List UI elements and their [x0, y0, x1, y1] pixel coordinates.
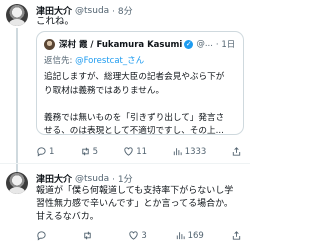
share-button[interactable]	[231, 230, 244, 241]
retweet-button[interactable]: 5	[80, 146, 99, 157]
tweet-text: これね。	[36, 16, 75, 27]
thread-connector	[16, 28, 18, 178]
quoted-line: 追記しますが、総理大臣の記者会見やぶら下が	[44, 72, 225, 82]
share-icon	[232, 147, 241, 156]
quoted-header: 深村 霞 / Fukamura Kasumi ✓ @... · 1日	[59, 38, 235, 50]
quoted-line: せる、のは表現として不適切ですし、その上...	[44, 126, 224, 135]
tweet-divider	[0, 163, 250, 164]
tweet-actions: 3 169	[36, 230, 244, 241]
author-handle[interactable]: @tsuda	[75, 174, 109, 184]
reply-button[interactable]	[36, 230, 55, 241]
tweet-text: 報道が「僕ら何報道しても支持率下がらないし学 習性無力感で辛いんです」とか言って…	[36, 185, 246, 224]
tweet-1[interactable]: 津田大介 @tsuda · 8分 これね。 深村 霞 / Fukamura Ka…	[0, 0, 250, 181]
author-avatar[interactable]	[6, 172, 28, 194]
verified-badge-icon: ✓	[184, 39, 194, 49]
reply-icon	[37, 231, 46, 241]
retweet-icon	[81, 147, 89, 156]
quoted-tweet[interactable]: 深村 霞 / Fukamura Kasumi ✓ @... · 1日 返信先: …	[36, 31, 244, 135]
quoted-line	[44, 98, 238, 112]
reply-prefix: 返信先:	[44, 56, 73, 66]
like-button[interactable]: 11	[123, 146, 147, 157]
share-button[interactable]	[231, 146, 244, 157]
reply-to-line: 返信先: @Forestcat_さん	[44, 54, 144, 66]
author-avatar[interactable]	[6, 4, 28, 26]
quoted-time: · 1日	[215, 40, 236, 50]
heart-icon	[124, 147, 133, 156]
quoted-text: 追記しますが、総理大臣の記者会見やぶら下が り取材は義務ではありません。 義務で…	[44, 71, 238, 135]
heart-icon	[129, 231, 139, 240]
like-count: 3	[141, 230, 147, 241]
views-count: 1333	[184, 146, 207, 157]
tweet-time[interactable]: · 1分	[112, 172, 132, 185]
views-button[interactable]: 169	[175, 230, 204, 241]
views-chart-icon	[176, 232, 185, 240]
tweet-header: 津田大介 @tsuda · 1分	[36, 172, 133, 186]
tweet-actions: 1 5 11 1333	[36, 146, 244, 157]
views-button[interactable]: 1333	[172, 146, 207, 157]
retweet-button[interactable]	[82, 230, 101, 241]
reply-icon	[37, 147, 46, 157]
quoted-line: り取材は義務ではありません。	[44, 85, 165, 96]
tweet-line: 甘えるなバカ。	[36, 212, 99, 222]
quoted-line: 義務では無いものを「引きずり出して」発言さ	[44, 112, 225, 123]
quoted-author-avatar	[44, 39, 55, 50]
retweet-icon	[84, 231, 91, 240]
tweet-2[interactable]: 津田大介 @tsuda · 1分 報道が「僕ら何報道しても支持率下がらないし学 …	[0, 168, 250, 243]
retweet-count: 5	[92, 146, 99, 157]
tweet-line: 習性無力感で辛いんです」とか言ってる場合か。	[36, 199, 233, 209]
views-count: 169	[187, 230, 204, 241]
like-button[interactable]: 3	[128, 230, 147, 241]
like-count: 11	[136, 146, 148, 157]
reply-count: 1	[49, 146, 55, 157]
author-name[interactable]: 津田大介	[36, 172, 72, 185]
author-handle[interactable]: @tsuda	[75, 6, 109, 16]
tweet-line: 報道が「僕ら何報道しても支持率下がらないし学	[36, 186, 234, 196]
reply-mention-link[interactable]: @Forestcat_さん	[75, 56, 144, 66]
reply-button[interactable]: 1	[36, 146, 55, 157]
tweet-time[interactable]: · 8分	[112, 4, 132, 17]
quoted-author-handle: @...	[196, 39, 213, 49]
quoted-author-name: 深村 霞 / Fukamura Kasumi	[59, 40, 183, 50]
views-chart-icon	[173, 148, 182, 156]
share-icon	[232, 231, 241, 240]
